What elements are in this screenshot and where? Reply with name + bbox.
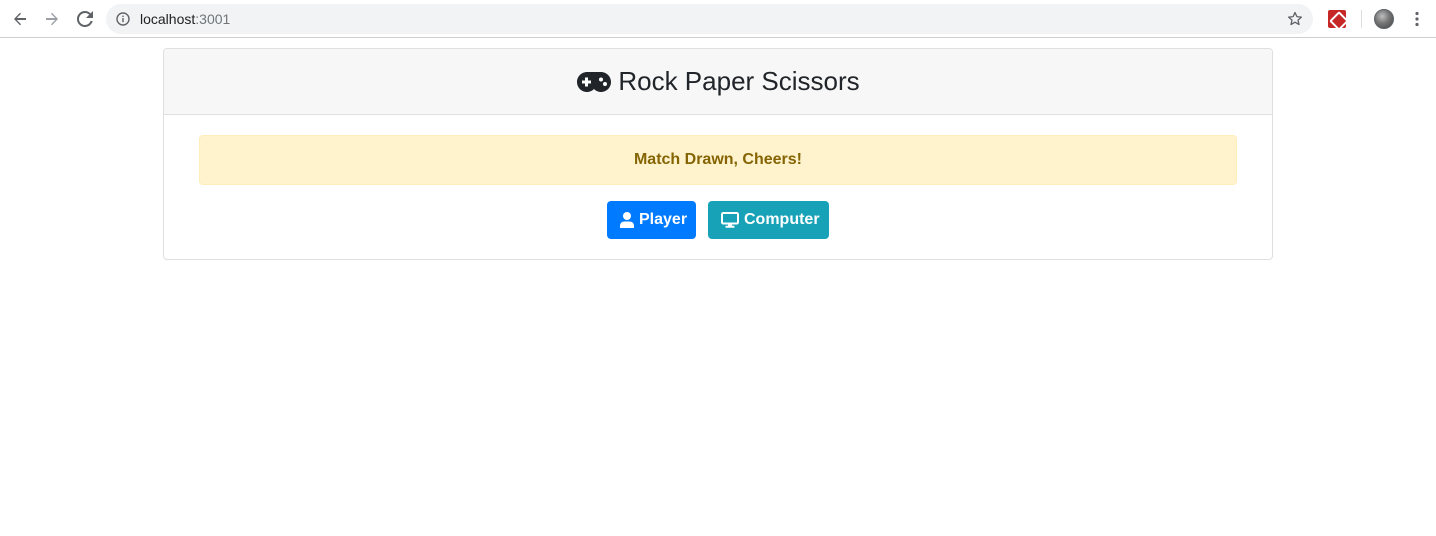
computer-button[interactable]: Computer [708,201,829,239]
reload-icon [77,11,93,27]
url-text: localhost:3001 [140,11,230,27]
card-body: Match Drawn, Cheers! Player Computer [164,115,1272,259]
game-card: Rock Paper Scissors Match Drawn, Cheers!… [163,48,1273,260]
player-button-label: Player [639,211,688,228]
player-button[interactable]: Player [607,201,696,239]
toolbar-divider [1361,10,1362,28]
browser-menu-button[interactable] [1407,9,1427,29]
back-button[interactable] [8,7,32,31]
url-host: localhost [140,11,196,27]
info-icon[interactable] [115,11,131,27]
arrow-right-icon [46,12,58,26]
forward-button[interactable] [40,7,64,31]
star-icon[interactable] [1286,10,1304,28]
browser-toolbar: localhost:3001 [0,0,1436,38]
page-title: Rock Paper Scissors [576,66,860,97]
extension-icon[interactable] [1328,10,1346,28]
address-bar[interactable]: localhost:3001 [106,4,1313,34]
desktop-icon [721,212,739,228]
arrow-left-icon [14,12,26,26]
url-port: :3001 [195,11,231,27]
more-vertical-icon [1415,11,1419,27]
score-button-row: Player Computer [199,201,1237,239]
computer-button-label: Computer [744,211,820,228]
reload-button[interactable] [73,7,97,31]
result-alert: Match Drawn, Cheers! [199,135,1237,185]
result-message: Match Drawn, Cheers! [633,151,803,168]
gamepad-icon [577,71,612,92]
page-title-text: Rock Paper Scissors [618,66,860,96]
profile-avatar[interactable] [1374,9,1394,29]
card-header: Rock Paper Scissors [164,49,1272,115]
user-icon [620,212,634,228]
